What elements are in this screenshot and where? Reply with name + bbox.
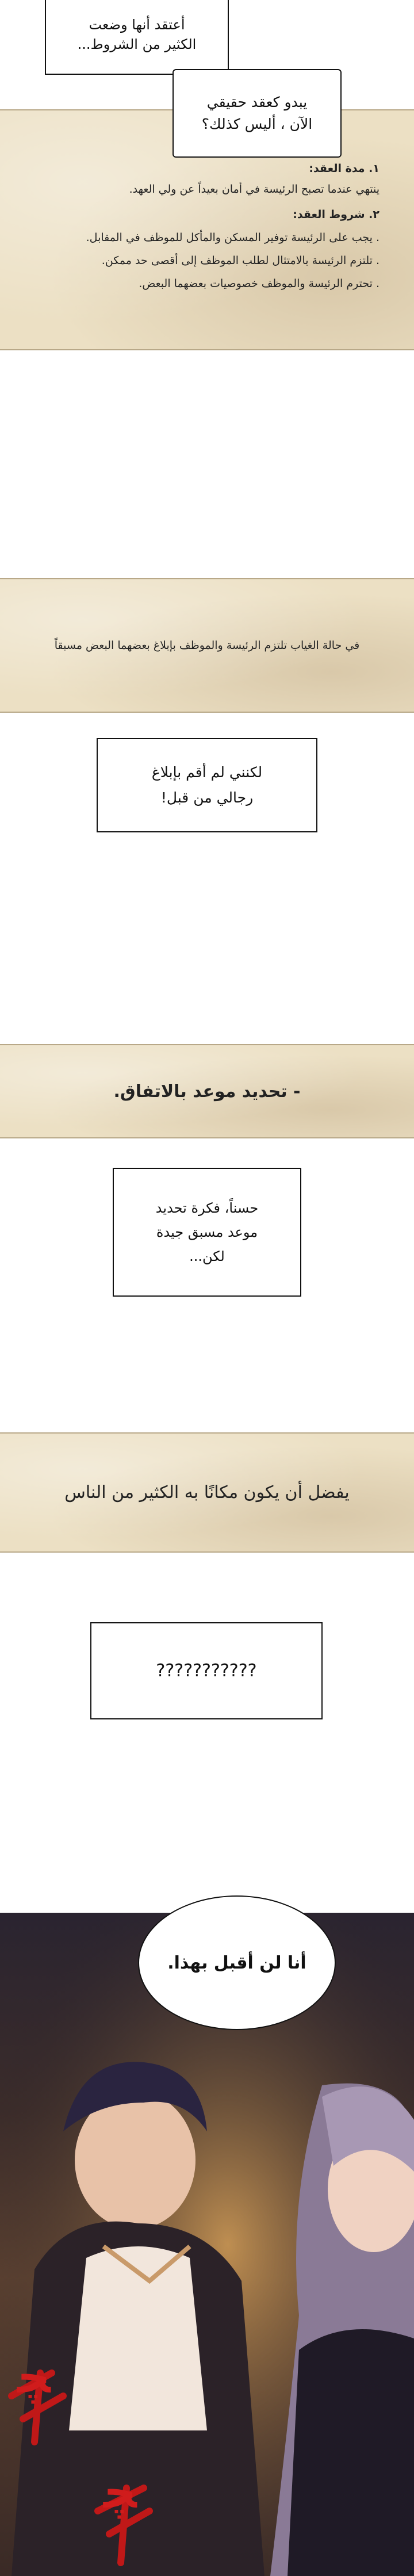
contract-text: ١. مدة العقد: ينتهي عندما تصبح الرئيسة ف… (17, 158, 379, 294)
contract-heading-terms: ٢. شروط العقد: (293, 208, 379, 221)
contract-heading-duration: ١. مدة العقد: (309, 162, 379, 175)
narration-line: أعتقد أنها وضعت (89, 17, 185, 33)
narration-line: حسناً، فكرة تحديد (155, 1200, 259, 1216)
narration-box-question: ??????????? (90, 1622, 323, 1719)
narration-line: رجالي من قبل! (160, 789, 254, 806)
contract-term: . يجب على الرئيسة توفير المسكن والمأكل ل… (86, 231, 379, 244)
parchment-strip-absence: في حالة الغياب تلتزم الرئيسة والموظف بإب… (0, 578, 414, 713)
speech-bubble-refusal: أنا لن أقبل بهذا. (138, 1895, 336, 2030)
strip-text: يفضل أن يكون مكانًا به الكثير من الناس (64, 1482, 350, 1503)
narration-line: الكثير من الشروط... (77, 36, 197, 52)
narration-line: موعد مسبق جيدة (156, 1224, 258, 1240)
strip-text: في حالة الغياب تلتزم الرئيسة والموظف بإب… (54, 639, 360, 652)
narration-line: ??????????? (156, 1661, 257, 1681)
sfx-text: ﭽ (103, 2465, 137, 2518)
parchment-strip-crowded-place: يفضل أن يكون مكانًا به الكثير من الناس (0, 1432, 414, 1553)
strip-text: - تحديد موعد بالاتفاق. (113, 1081, 301, 1102)
speech-line: أنا لن أقبل بهذا. (167, 1952, 306, 1973)
contract-duration-text: ينتهي عندما تصبح الرئيسة في أمان بعيداً … (129, 183, 379, 196)
parchment-strip-appointment: - تحديد موعد بالاتفاق. (0, 1044, 414, 1138)
sfx-text: ﭽ (17, 2350, 51, 2403)
narration-box-appointment: حسناً، فكرة تحديد موعد مسبق جيدة لكن... (113, 1168, 301, 1297)
narration-box-top: أعتقد أنها وضعت الكثير من الشروط... (45, 0, 229, 75)
contract-term: . تلتزم الرئيسة بالامتثال لطلب الموظف إل… (101, 254, 379, 267)
narration-box-notify: لكنني لم أقم بإبلاغ رجالي من قبل! (97, 738, 317, 832)
speech-box-top: يبدو كعقد حقيقي الآن ، أليس كذلك؟ (172, 69, 342, 158)
speech-line: يبدو كعقد حقيقي (206, 94, 308, 110)
narration-line: لكنني لم أقم بإبلاغ (151, 764, 263, 781)
contract-term: . تحترم الرئيسة والموظف خصوصيات بعضهما ا… (139, 277, 379, 290)
narration-line: لكن... (189, 1248, 225, 1264)
speech-line: الآن ، أليس كذلك؟ (201, 116, 313, 132)
